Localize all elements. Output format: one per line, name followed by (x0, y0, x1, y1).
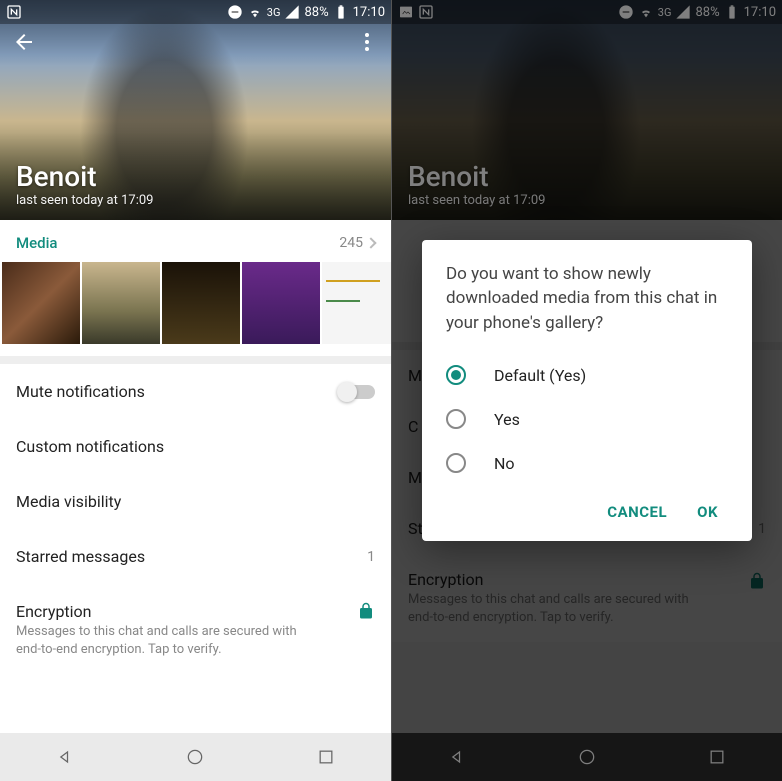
chevron-right-icon (365, 237, 376, 248)
radio-icon[interactable] (446, 365, 466, 385)
starred-count: 1 (367, 549, 375, 565)
android-navbar (0, 733, 391, 781)
radio-icon[interactable] (446, 409, 466, 429)
custom-notifications-row[interactable]: Custom notifications (0, 419, 391, 474)
dialog-message: Do you want to show newly downloaded med… (446, 262, 728, 336)
radio-option-yes[interactable]: Yes (446, 397, 728, 441)
media-thumb[interactable] (82, 262, 160, 344)
last-seen: last seen today at 17:09 (16, 193, 153, 208)
nav-home-icon[interactable] (185, 747, 205, 767)
ok-button[interactable]: OK (697, 503, 718, 521)
radio-icon[interactable] (446, 453, 466, 473)
dnd-icon (227, 4, 243, 20)
media-thumb[interactable] (2, 262, 80, 344)
media-thumb[interactable] (242, 262, 320, 344)
media-section[interactable]: Media 245 (0, 220, 391, 364)
mute-notifications-row[interactable]: Mute notifications (0, 364, 391, 419)
more-options-button[interactable] (355, 30, 379, 54)
cancel-button[interactable]: CANCEL (607, 503, 667, 521)
signal-icon (284, 4, 300, 20)
media-count: 245 (339, 235, 375, 251)
media-thumb[interactable] (322, 262, 391, 344)
starred-messages-row[interactable]: Starred messages 1 (0, 529, 391, 584)
wifi-icon (247, 4, 263, 20)
back-button[interactable] (12, 30, 36, 54)
nfc-icon (6, 4, 22, 20)
media-visibility-row[interactable]: Media visibility (0, 474, 391, 529)
media-thumbnails[interactable] (0, 262, 391, 344)
lock-icon (357, 602, 375, 624)
network-type: 3G (267, 6, 281, 19)
battery-percent: 88% (304, 5, 328, 20)
media-title: Media (16, 234, 58, 252)
phone-right: 3G 88% 17:10 Benoit last seen today at 1… (391, 0, 782, 781)
settings-list: Mute notifications Custom notifications … (0, 364, 391, 676)
encryption-row[interactable]: Encryption Messages to this chat and cal… (0, 584, 391, 676)
phone-left: 3G 88% 17:10 Benoit last seen today at 1… (0, 0, 391, 781)
media-visibility-dialog: Do you want to show newly downloaded med… (422, 240, 752, 542)
contact-header: Benoit last seen today at 17:09 (0, 0, 391, 220)
media-thumb[interactable] (162, 262, 240, 344)
contact-name: Benoit (16, 160, 153, 193)
radio-option-default[interactable]: Default (Yes) (446, 353, 728, 397)
dialog-scrim[interactable]: Do you want to show newly downloaded med… (392, 0, 782, 781)
nav-recent-icon[interactable] (316, 747, 336, 767)
radio-option-no[interactable]: No (446, 441, 728, 485)
status-bar: 3G 88% 17:10 (0, 0, 391, 24)
mute-toggle[interactable] (339, 385, 375, 399)
clock: 17:10 (353, 5, 385, 20)
nav-back-icon[interactable] (55, 747, 75, 767)
battery-icon (333, 4, 349, 20)
